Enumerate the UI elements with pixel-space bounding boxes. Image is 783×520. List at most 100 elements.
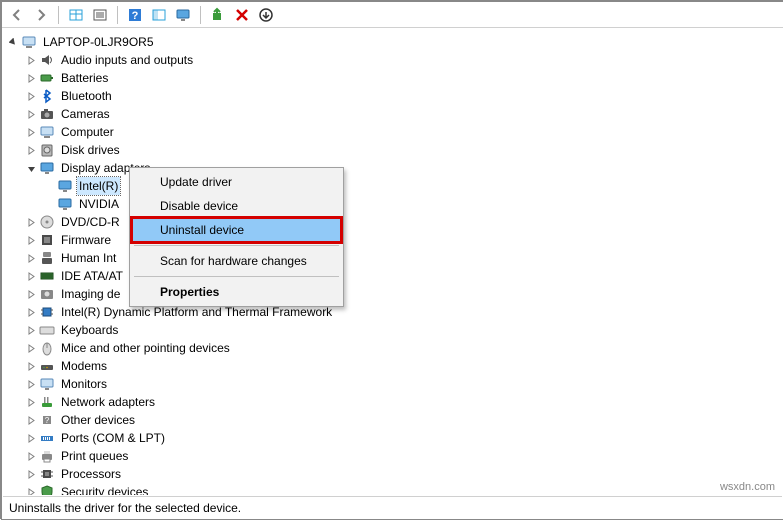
tree-category[interactable]: Display adapters (3, 159, 782, 177)
remove-x-icon (234, 7, 250, 23)
tree-node-label: Cameras (59, 105, 112, 123)
expand-icon[interactable] (25, 126, 37, 138)
expand-icon[interactable] (25, 54, 37, 66)
tree-node-label: Human Int (59, 249, 118, 267)
tree-node-label: Computer (59, 123, 116, 141)
tree-category[interactable]: Network adapters (3, 393, 782, 411)
show-hidden-button[interactable] (65, 4, 87, 26)
tree-category[interactable]: Processors (3, 465, 782, 483)
expand-icon[interactable] (25, 450, 37, 462)
expand-icon[interactable] (25, 108, 37, 120)
expand-icon[interactable] (25, 360, 37, 372)
status-bar: Uninstalls the driver for the selected d… (3, 496, 782, 518)
svg-text:?: ? (132, 10, 139, 22)
down-circle-icon (258, 7, 274, 23)
tree-node-label: Network adapters (59, 393, 157, 411)
pane-icon (151, 7, 167, 23)
expand-icon[interactable] (25, 252, 37, 264)
firmware-icon (39, 232, 55, 248)
expand-icon[interactable] (25, 306, 37, 318)
uninstall-button[interactable] (231, 4, 253, 26)
tree-root-list: LAPTOP-0LJR9OR5 Audio inputs and outputs… (3, 29, 782, 495)
expand-icon[interactable] (25, 288, 37, 300)
tree-category[interactable]: Security devices (3, 483, 782, 495)
tree-category[interactable]: Cameras (3, 105, 782, 123)
expand-icon[interactable] (25, 72, 37, 84)
toolbar-separator (117, 6, 118, 24)
tree-category[interactable]: Human Int (3, 249, 782, 267)
ctx-update-driver[interactable]: Update driver (132, 170, 341, 194)
ctx-uninstall-device[interactable]: Uninstall device (132, 218, 341, 242)
tree-root-node[interactable]: LAPTOP-0LJR9OR5 (3, 33, 782, 51)
ctx-disable-device[interactable]: Disable device (132, 194, 341, 218)
expand-icon[interactable] (25, 378, 37, 390)
tree-category[interactable]: DVD/CD-R (3, 213, 782, 231)
update-driver-button[interactable] (207, 4, 229, 26)
help-button[interactable]: ? (124, 4, 146, 26)
tree-device[interactable]: NVIDIA (3, 195, 782, 213)
monitor-icon (175, 7, 191, 23)
scan-hardware-button[interactable] (255, 4, 277, 26)
expand-icon[interactable] (25, 216, 37, 228)
ctx-scan-hardware[interactable]: Scan for hardware changes (132, 249, 341, 273)
collapse-icon[interactable] (25, 162, 37, 174)
monitor-button[interactable] (172, 4, 194, 26)
tree-category[interactable]: Bluetooth (3, 87, 782, 105)
expand-icon[interactable] (25, 90, 37, 102)
expand-icon[interactable] (25, 396, 37, 408)
tree-category[interactable]: Print queues (3, 447, 782, 465)
tree-node-label: Modems (59, 357, 109, 375)
ide-icon (39, 268, 55, 284)
tree-device[interactable]: Intel(R) (3, 177, 782, 195)
tree-category[interactable]: Firmware (3, 231, 782, 249)
keyboard-icon (39, 322, 55, 338)
toolbar: ? (2, 2, 783, 28)
expand-icon[interactable] (25, 270, 37, 282)
tree-node-label: Batteries (59, 69, 110, 87)
security-icon (39, 484, 55, 495)
ctx-label: Update driver (160, 175, 232, 189)
expand-icon[interactable] (25, 234, 37, 246)
tree-node-label: LAPTOP-0LJR9OR5 (41, 33, 156, 51)
tree-category[interactable]: Monitors (3, 375, 782, 393)
disk-icon (39, 142, 55, 158)
tree-category[interactable]: Modems (3, 357, 782, 375)
chip-icon (39, 304, 55, 320)
tree-category[interactable]: Audio inputs and outputs (3, 51, 782, 69)
tree-category[interactable]: Intel(R) Dynamic Platform and Thermal Fr… (3, 303, 782, 321)
properties-button[interactable] (89, 4, 111, 26)
tree-category[interactable]: Mice and other pointing devices (3, 339, 782, 357)
tree-category[interactable]: ?Other devices (3, 411, 782, 429)
tree-node-label: Disk drives (59, 141, 122, 159)
device-tree[interactable]: LAPTOP-0LJR9OR5 Audio inputs and outputs… (3, 29, 782, 495)
collapse-icon[interactable] (7, 36, 19, 48)
expand-icon[interactable] (25, 414, 37, 426)
monitor-icon (39, 376, 55, 392)
forward-button[interactable] (30, 4, 52, 26)
expand-icon[interactable] (25, 324, 37, 336)
back-button[interactable] (6, 4, 28, 26)
tree-node-label: Firmware (59, 231, 113, 249)
tree-category[interactable]: IDE ATA/AT (3, 267, 782, 285)
tree-category[interactable]: Ports (COM & LPT) (3, 429, 782, 447)
expand-icon[interactable] (25, 468, 37, 480)
tree-node-label: Audio inputs and outputs (59, 51, 195, 69)
tree-node-label: Imaging de (59, 285, 122, 303)
ctx-properties[interactable]: Properties (132, 280, 341, 304)
tree-category[interactable]: Imaging de (3, 285, 782, 303)
help-icon: ? (127, 7, 143, 23)
tree-category[interactable]: Disk drives (3, 141, 782, 159)
port-icon (39, 430, 55, 446)
tree-category[interactable]: Batteries (3, 69, 782, 87)
tree-node-label: DVD/CD-R (59, 213, 122, 231)
tree-node-label: NVIDIA (77, 195, 121, 213)
tree-category[interactable]: Computer (3, 123, 782, 141)
tree-node-label: Ports (COM & LPT) (59, 429, 167, 447)
expand-icon[interactable] (25, 144, 37, 156)
expand-icon[interactable] (25, 342, 37, 354)
tree-node-label: Other devices (59, 411, 137, 429)
expand-icon[interactable] (25, 432, 37, 444)
tree-category[interactable]: Keyboards (3, 321, 782, 339)
expand-icon[interactable] (25, 486, 37, 495)
details-pane-button[interactable] (148, 4, 170, 26)
